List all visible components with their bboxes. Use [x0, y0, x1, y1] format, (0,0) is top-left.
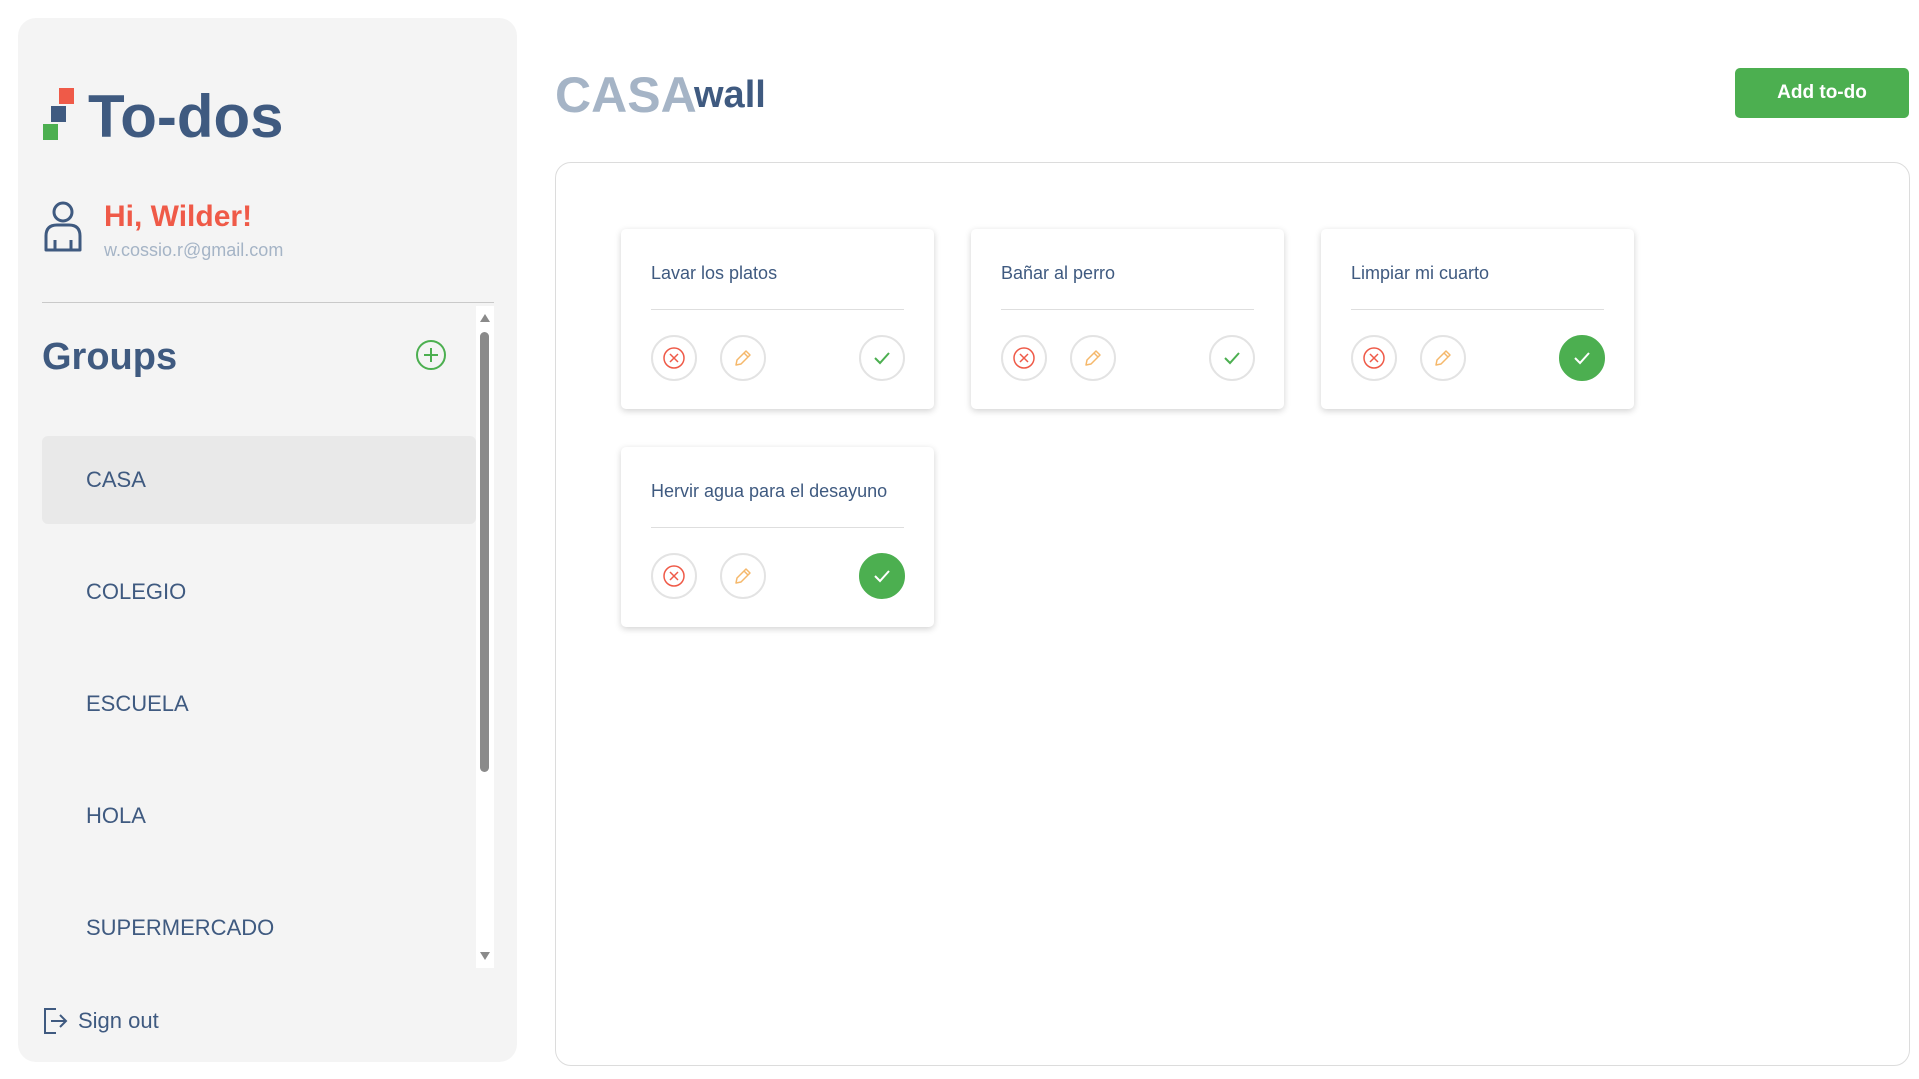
page-title-user: wall: [694, 74, 766, 116]
group-label: CASA: [86, 467, 146, 492]
scrollbar-thumb[interactable]: [480, 332, 489, 772]
complete-todo-button[interactable]: [859, 553, 905, 599]
user-icon: [44, 201, 82, 252]
check-icon: [1574, 352, 1590, 365]
scroll-down-arrow-icon[interactable]: [480, 952, 490, 960]
delete-todo-button[interactable]: [1351, 335, 1397, 381]
todo-card: Hervir agua para el desayuno: [621, 447, 934, 627]
group-item-hola[interactable]: HOLA: [42, 772, 476, 860]
todos-logo-icon: [42, 68, 82, 148]
todo-text: Bañar al perro: [1001, 263, 1116, 283]
close-circle-icon: [663, 565, 685, 587]
sign-out-label: Sign out: [78, 1008, 159, 1033]
close-circle-icon: [663, 347, 685, 369]
group-item-supermercado[interactable]: SUPERMERCADO: [42, 884, 476, 966]
complete-todo-button[interactable]: [1209, 335, 1255, 381]
todo-text: Hervir agua para el desayuno: [651, 481, 888, 501]
group-label: HOLA: [86, 803, 146, 828]
todo-card: Limpiar mi cuarto: [1321, 229, 1634, 409]
complete-todo-button[interactable]: [1559, 335, 1605, 381]
user-greeting: Hi, Wilder!: [104, 200, 253, 233]
edit-todo-button[interactable]: [1420, 335, 1466, 381]
edit-todo-button[interactable]: [720, 335, 766, 381]
check-icon: [1224, 352, 1240, 365]
edit-todo-button[interactable]: [1070, 335, 1116, 381]
add-todo-button[interactable]: Add to-do: [1735, 68, 1909, 118]
groups-title: Groups: [42, 336, 178, 378]
groups-list: CASA COLEGIO ESCUELA HOLA SUPERMERCADO: [42, 436, 476, 966]
pencil-icon: [735, 568, 751, 584]
edit-todo-button[interactable]: [720, 553, 766, 599]
group-item-escuela[interactable]: ESCUELA: [42, 660, 476, 748]
pencil-icon: [735, 350, 751, 366]
group-label: COLEGIO: [86, 579, 187, 604]
user-info: Hi, Wilder! w.cossio.r@gmail.com: [42, 180, 482, 260]
check-icon: [874, 352, 890, 365]
scroll-up-arrow-icon[interactable]: [480, 314, 490, 322]
group-label: SUPERMERCADO: [86, 915, 275, 940]
complete-todo-button[interactable]: [859, 335, 905, 381]
delete-todo-button[interactable]: [651, 335, 697, 381]
add-group-button[interactable]: [414, 338, 448, 372]
todo-text: Lavar los platos: [651, 263, 778, 283]
close-circle-icon: [1363, 347, 1385, 369]
divider: [42, 302, 494, 303]
pencil-icon: [1085, 350, 1101, 366]
sidebar: To-dos Hi, Wilder! w.cossio.r@gmail.com …: [18, 18, 517, 1062]
groups-scrollbar[interactable]: [476, 306, 494, 968]
todo-card: Lavar los platos: [621, 229, 934, 409]
delete-todo-button[interactable]: [1001, 335, 1047, 381]
todo-card: Bañar al perro: [971, 229, 1284, 409]
close-circle-icon: [1013, 347, 1035, 369]
group-item-colegio[interactable]: COLEGIO: [42, 548, 476, 636]
delete-todo-button[interactable]: [651, 553, 697, 599]
sign-out-button[interactable]: Sign out: [42, 1004, 159, 1038]
user-email: w.cossio.r@gmail.com: [104, 240, 284, 260]
group-label: ESCUELA: [86, 691, 189, 716]
check-icon: [874, 570, 890, 583]
page-title-group: CASA: [555, 67, 697, 123]
todo-text: Limpiar mi cuarto: [1351, 263, 1490, 283]
app-title: To-dos: [88, 83, 284, 150]
pencil-icon: [1435, 350, 1451, 366]
todo-board: Lavar los platos Bañar al perro Limpiar …: [555, 162, 1910, 1066]
sign-out-icon: [44, 1008, 68, 1034]
group-item-casa[interactable]: CASA: [42, 436, 476, 524]
